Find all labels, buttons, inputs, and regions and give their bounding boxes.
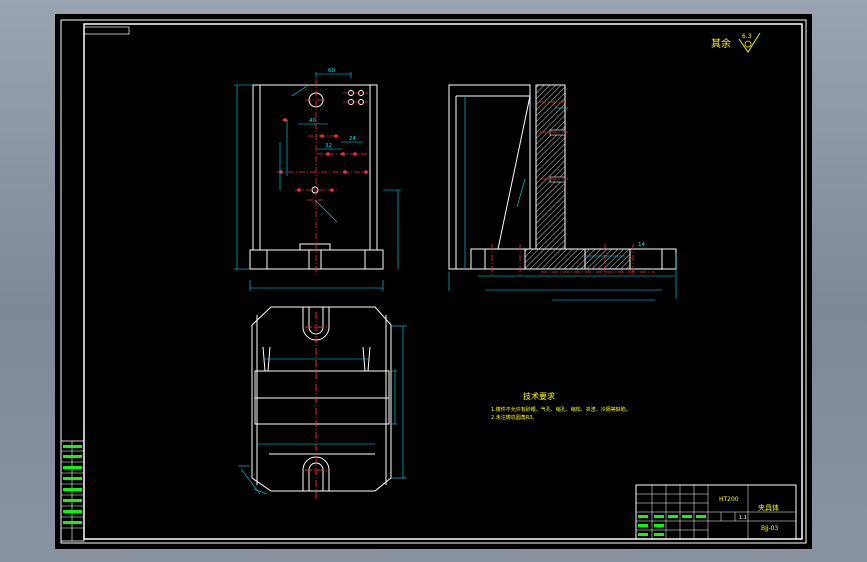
tech-req-item-1: 1.铸件不允许有砂眼、气孔、缩孔、缩松、夹渣、冷隔等缺陷。	[491, 406, 631, 413]
tech-req-title: 技术要求	[523, 391, 555, 401]
front-base	[249, 249, 384, 270]
title-scale: 1:1	[739, 515, 747, 521]
section-hatch	[524, 84, 631, 270]
top-slot-top	[302, 307, 330, 341]
top-view	[251, 306, 392, 492]
title-block: HT200 夹具体 BJJ-03 1:1	[635, 484, 797, 540]
dim-32: 32	[325, 143, 332, 149]
roughness-value: 6.3	[742, 33, 752, 40]
title-material: HT200	[719, 496, 739, 503]
roughness-label: 其余	[711, 37, 731, 50]
cad-viewport[interactable]: 其余 6.3 60 40 32 24 14 技术要求 1.铸件不允许有砂眼、气孔…	[55, 14, 812, 549]
tech-req-item-2: 2.未注铸造圆角R3。	[491, 414, 537, 421]
dim-40: 40	[309, 118, 316, 124]
side-dim-14: 14	[638, 242, 645, 248]
technical-requirements: 技术要求 1.铸件不允许有砂眼、气孔、缩孔、缩松、夹渣、冷隔等缺陷。 2.未注铸…	[491, 391, 631, 421]
roughness-note: 其余 6.3	[711, 32, 761, 53]
dim-24: 24	[349, 136, 356, 142]
inner-frame	[83, 23, 803, 540]
front-view	[249, 84, 384, 270]
front-red-holes	[279, 118, 368, 192]
dim-top: 60	[328, 68, 335, 74]
front-body	[252, 84, 378, 251]
top-centerlines	[305, 312, 327, 501]
left-legend-block	[60, 440, 85, 542]
top-outline	[251, 306, 392, 492]
outer-frame	[60, 19, 807, 544]
roughness-circle-icon	[744, 40, 752, 48]
drawing-sheet: 其余 6.3 60 40 32 24 14 技术要求 1.铸件不允许有砂眼、气孔…	[60, 19, 807, 544]
front-centerlines	[277, 79, 371, 276]
corner-tag	[83, 26, 130, 35]
title-part-name: 夹具体	[758, 503, 779, 512]
side-section	[524, 84, 631, 270]
front-dimensions	[234, 72, 401, 291]
title-drawing-no: BJJ-03	[761, 525, 778, 532]
